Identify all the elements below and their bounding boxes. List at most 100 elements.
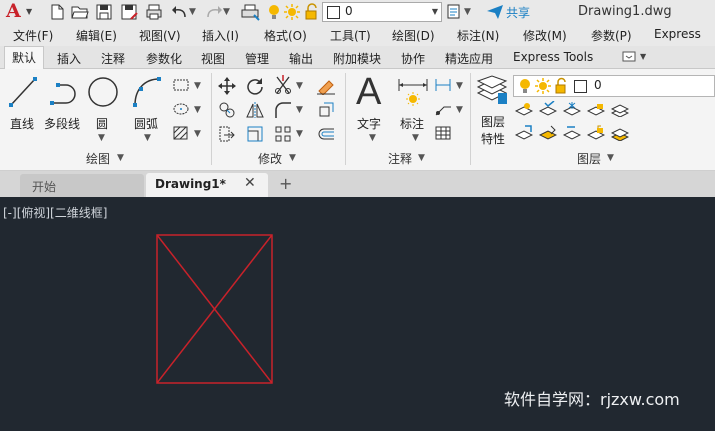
tab-output[interactable]: 输出 [289, 50, 313, 67]
stretch-icon[interactable] [218, 125, 236, 143]
tab-drawing1[interactable]: Drawing1* ✕ [146, 173, 268, 197]
layer-walk-icon[interactable] [611, 125, 629, 141]
hatch-icon[interactable] [172, 125, 190, 141]
tab-start[interactable]: 开始 [20, 174, 144, 197]
scale-icon[interactable] [246, 125, 264, 143]
print-icon[interactable] [145, 3, 163, 21]
tab-manage[interactable]: 管理 [245, 50, 269, 67]
menu-edit[interactable]: 编辑(E) [76, 27, 117, 44]
tab-collaborate[interactable]: 协作 [401, 50, 425, 67]
tab-view[interactable]: 视图 [201, 50, 225, 67]
ellipse-icon[interactable] [172, 101, 190, 117]
sun-icon[interactable] [283, 3, 301, 21]
line-button[interactable]: 直线 [4, 73, 42, 133]
layer-previous-icon[interactable] [563, 125, 581, 141]
close-icon[interactable]: ✕ [244, 175, 256, 191]
tab-parametric[interactable]: 参数化 [146, 50, 182, 67]
share-button[interactable]: 共享 [506, 4, 530, 21]
menu-modify[interactable]: 修改(M) [523, 27, 567, 44]
save-icon[interactable] [95, 3, 113, 21]
menu-draw[interactable]: 绘图(D) [392, 27, 435, 44]
layers-panel-title[interactable]: 图层 [577, 150, 601, 167]
chevron-down-icon[interactable]: ▼ [194, 81, 201, 91]
chevron-down-icon[interactable]: ▼ [194, 105, 201, 115]
leader-icon[interactable] [434, 101, 452, 117]
layer-isolate-icon[interactable] [539, 101, 557, 117]
menu-tools[interactable]: 工具(T) [330, 27, 371, 44]
erase-icon[interactable] [316, 77, 336, 95]
explode-icon[interactable] [316, 101, 336, 119]
layer-lock-icon[interactable] [587, 101, 605, 117]
annotation-panel: A 文字 ▼ 标注 ▼ ▼ ▼ 注释 ▼ [346, 69, 470, 170]
tab-default[interactable]: 默认 [4, 46, 45, 69]
open-folder-icon[interactable] [70, 3, 90, 21]
chevron-down-icon[interactable]: ▼ [607, 153, 614, 163]
text-button[interactable]: A 文字 ▼ [350, 71, 390, 147]
save-as-icon[interactable] [120, 3, 140, 21]
chevron-down-icon[interactable]: ▼ [418, 153, 425, 163]
customize-dropdown-icon[interactable]: ▼ [464, 7, 471, 17]
rotate-icon[interactable] [246, 77, 264, 95]
match-layer-icon[interactable] [539, 125, 557, 141]
mirror-icon[interactable] [246, 101, 264, 119]
layer-freeze-icon[interactable] [563, 101, 581, 117]
current-layer-dropdown[interactable]: 0 [513, 75, 715, 97]
layer-properties-button[interactable]: 图层 特性 [473, 73, 513, 147]
chevron-down-icon[interactable]: ▼ [117, 153, 124, 163]
dimension-button[interactable]: 标注 ▼ [394, 73, 434, 147]
layer-dropdown[interactable]: 0 ▼ [322, 2, 442, 22]
lightbulb-icon[interactable] [266, 3, 282, 21]
draw-panel-title[interactable]: 绘图 [86, 150, 110, 167]
make-current-icon[interactable] [515, 125, 533, 141]
fillet-icon[interactable] [274, 101, 292, 119]
chevron-down-icon[interactable]: ▼ [296, 81, 303, 91]
layer-off-icon[interactable] [515, 101, 533, 117]
chevron-down-icon[interactable]: ▼ [456, 105, 463, 115]
undo-dropdown-icon[interactable]: ▼ [189, 7, 196, 17]
tab-addins[interactable]: 附加模块 [333, 50, 381, 67]
app-menu-button[interactable]: A ▼ [4, 0, 36, 23]
ribbon-minimize-button[interactable]: ▼ [620, 50, 650, 64]
tab-express-tools[interactable]: Express Tools [513, 50, 593, 64]
trim-icon[interactable] [274, 75, 292, 95]
menu-view[interactable]: 视图(V) [139, 27, 181, 44]
menu-file[interactable]: 文件(F) [13, 27, 53, 44]
watermark-text: 软件自学网：rjzxw.com [504, 390, 680, 409]
offset-icon[interactable] [316, 125, 336, 143]
chevron-down-icon[interactable]: ▼ [194, 129, 201, 139]
new-tab-button[interactable]: + [275, 174, 295, 194]
chevron-down-icon[interactable]: ▼ [289, 153, 296, 163]
arc-button[interactable]: 圆弧 ▼ [128, 73, 166, 147]
tab-featured-apps[interactable]: 精选应用 [445, 50, 493, 67]
undo-icon[interactable] [170, 3, 190, 21]
annotation-panel-title[interactable]: 注释 [388, 150, 412, 167]
layer-match-icon[interactable] [446, 3, 464, 21]
menu-parametric[interactable]: 参数(P) [591, 27, 632, 44]
menu-dimension[interactable]: 标注(N) [457, 27, 499, 44]
menu-insert[interactable]: 插入(I) [202, 27, 239, 44]
redo-icon[interactable] [204, 3, 224, 21]
circle-button[interactable]: 圆 ▼ [86, 73, 120, 147]
layer-stack-icon[interactable] [611, 101, 629, 117]
plot-icon[interactable] [240, 3, 262, 21]
linear-dimension-icon[interactable] [434, 77, 452, 93]
tab-annotate[interactable]: 注释 [101, 50, 125, 67]
layer-unlock-icon[interactable] [587, 125, 605, 141]
chevron-down-icon[interactable]: ▼ [456, 81, 463, 91]
copy-icon[interactable] [218, 101, 236, 119]
table-icon[interactable] [434, 125, 452, 141]
chevron-down-icon[interactable]: ▼ [296, 129, 303, 139]
drawing-canvas[interactable]: [-][俯视][二维线框] 软件自学网：rjzxw.com [0, 197, 715, 431]
chevron-down-icon[interactable]: ▼ [296, 105, 303, 115]
unlock-icon[interactable] [303, 3, 319, 21]
move-icon[interactable] [218, 77, 236, 95]
new-file-icon[interactable] [48, 3, 66, 21]
tab-insert[interactable]: 插入 [57, 50, 81, 67]
menu-express[interactable]: Express [654, 27, 701, 41]
rectangle-icon[interactable] [172, 77, 190, 93]
polyline-button[interactable]: 多段线 [44, 73, 86, 133]
redo-dropdown-icon[interactable]: ▼ [223, 7, 230, 17]
modify-panel-title[interactable]: 修改 [258, 150, 282, 167]
menu-format[interactable]: 格式(O) [264, 27, 307, 44]
array-icon[interactable] [274, 125, 292, 143]
